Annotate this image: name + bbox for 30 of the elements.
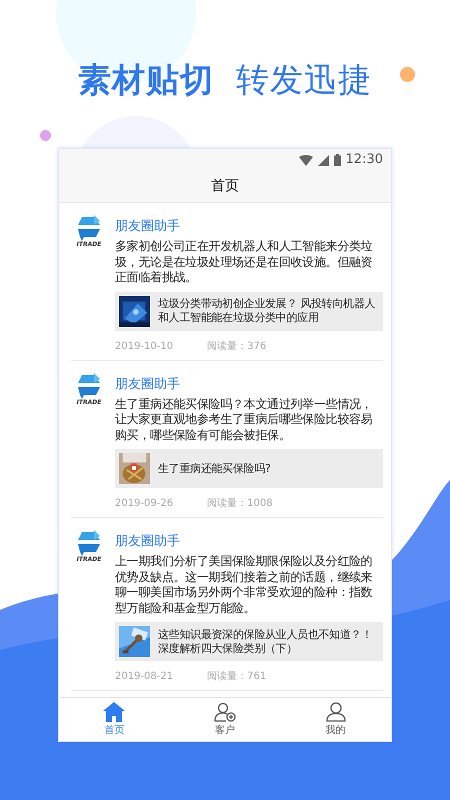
page-title: 首页 bbox=[211, 177, 239, 196]
battery-icon bbox=[334, 154, 341, 166]
tab-bar-item[interactable]: 客户 bbox=[170, 698, 280, 741]
read-count: 阅读量：376 bbox=[207, 340, 266, 354]
post-date: 2019-08-21 bbox=[115, 670, 174, 684]
article-link[interactable]: 垃圾分类带动初创企业发展？ 风投转向机器人和人工智能能在垃圾分类中的应用 bbox=[115, 292, 383, 330]
article-link[interactable]: 生了重病还能买保险吗? bbox=[115, 449, 383, 488]
author-link[interactable]: 朋友圈助手 bbox=[115, 218, 180, 235]
add-client-icon bbox=[214, 702, 236, 722]
home-icon bbox=[103, 702, 126, 722]
tab-bar-item[interactable]: 我的 bbox=[280, 698, 391, 741]
status-time: 12:30 bbox=[346, 151, 383, 170]
read-count: 阅读量：761 bbox=[207, 670, 266, 684]
read-count: 阅读量：1008 bbox=[207, 496, 273, 511]
post-date: 2019-10-10 bbox=[115, 340, 174, 354]
decor-dot bbox=[40, 130, 51, 141]
post-text: 上一期我们分析了美国保险期限保险以及分红险的优势及缺点。这一期我们接着之前的话题，继续来聊一聊美国市场另外两个非常受欢迎的险种：指数型万能险和基金型万能险。 bbox=[115, 554, 374, 616]
profile-icon bbox=[326, 702, 346, 722]
article-link[interactable]: 这些知识最资深的保险从业人员也不知道？！深度解析四大保险类别（下） bbox=[115, 622, 383, 661]
wifi-icon bbox=[298, 154, 313, 166]
headline: 转发迅捷 bbox=[236, 59, 372, 101]
author-link[interactable]: 朋友圈助手 bbox=[115, 533, 180, 550]
decor-dot bbox=[400, 67, 415, 82]
post-text: 生了重病还能买保险吗？本文通过列举一些情况，让大家更直观地参考生了重病后哪些保险比较容易购买，哪些保险有可能会被拒保。 bbox=[115, 396, 374, 443]
author-link[interactable]: 朋友圈助手 bbox=[115, 376, 180, 392]
signal-icon bbox=[318, 154, 329, 166]
post-text: 多家初创公司正在开发机器人和人工智能来分类垃圾，无论是在垃圾处理场还是在回收设施。但融资正面临着挑战。 bbox=[115, 239, 374, 286]
post-date: 2019-09-26 bbox=[115, 497, 174, 511]
tab-bar-item[interactable]: 首页 bbox=[59, 698, 170, 741]
headline: 素材贴切 bbox=[78, 59, 214, 101]
